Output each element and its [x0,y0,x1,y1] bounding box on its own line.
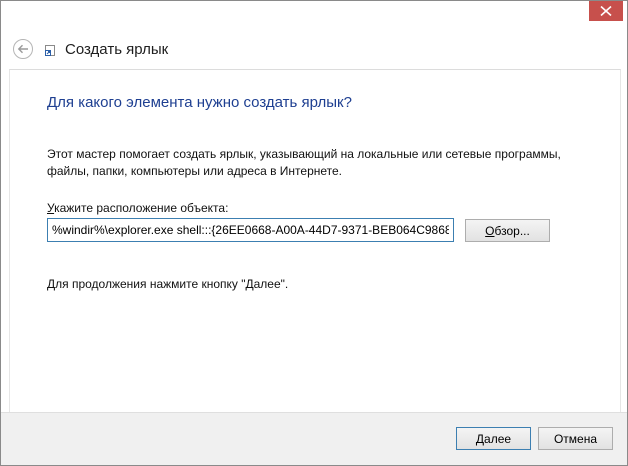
wizard-description: Этот мастер помогает создать ярлык, указ… [47,147,561,178]
location-label: Укажите расположение объекта: [47,201,228,215]
browse-accelerator: О [485,223,495,238]
shortcut-icon [45,45,55,56]
wizard-title: Создать ярлык [65,41,169,58]
location-input[interactable] [47,218,454,242]
next-accelerator: Д [475,431,485,446]
location-label-text: кажите расположение объекта: [54,201,229,215]
continue-hint: Для продолжения нажмите кнопку "Далее". [47,277,289,291]
wizard-header: Создать ярлык [1,31,627,69]
wizard-footer: Далее Отмена [1,412,627,465]
close-icon [600,6,612,16]
next-button[interactable]: Далее [456,427,531,450]
browse-label: бзор... [494,223,530,238]
back-arrow-icon [17,44,28,54]
browse-button[interactable]: Обзор... [465,219,550,242]
page-heading: Для какого элемента нужно создать ярлык? [47,94,352,111]
back-button[interactable] [13,39,33,59]
title-bar [1,1,627,31]
cancel-button[interactable]: Отмена [538,427,613,450]
next-label: алее [484,431,512,446]
close-button[interactable] [589,1,623,21]
wizard-content: Для какого элемента нужно создать ярлык?… [9,69,621,413]
create-shortcut-window: Создать ярлык Для какого элемента нужно … [0,0,628,466]
